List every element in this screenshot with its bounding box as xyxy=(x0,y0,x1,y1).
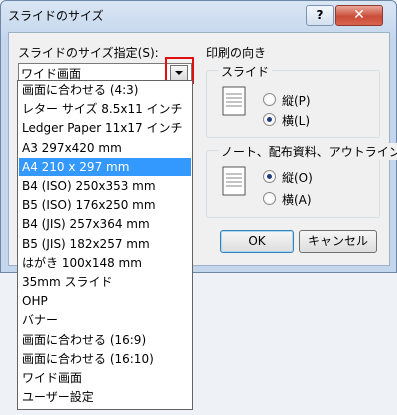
list-item[interactable]: レター サイズ 8.5x11 インチ xyxy=(19,100,191,119)
list-item[interactable]: 35mm スライド xyxy=(19,273,191,292)
list-item[interactable]: B5 (JIS) 182x257 mm xyxy=(19,235,191,254)
list-item[interactable]: A3 297x420 mm xyxy=(19,139,191,158)
list-item[interactable]: OHP xyxy=(19,292,191,311)
slides-landscape-label[interactable]: 横(L) xyxy=(282,112,310,129)
list-item[interactable]: 画面に合わせる (16:10) xyxy=(19,350,191,369)
slide-size-dropdown-list: 画面に合わせる (4:3) レター サイズ 8.5x11 インチ Ledger … xyxy=(17,80,193,410)
list-item[interactable]: 画面に合わせる (16:9) xyxy=(19,331,191,350)
list-item-selected[interactable]: A4 210 x 297 mm xyxy=(19,157,191,177)
notes-group-label: ノート、配布資料、アウトライン xyxy=(218,143,397,160)
notes-landscape-radio[interactable] xyxy=(263,192,276,205)
cancel-button[interactable]: キャンセル xyxy=(299,230,377,253)
orientation-label: 印刷の向き xyxy=(206,46,267,60)
slides-group-label: スライド xyxy=(218,63,273,80)
slides-portrait-radio[interactable] xyxy=(263,93,276,106)
slides-landscape-radio[interactable] xyxy=(263,113,276,126)
list-item[interactable]: ユーザー設定 xyxy=(19,388,191,407)
dialog-title: スライドのサイズ xyxy=(8,9,104,23)
ok-button[interactable]: OK xyxy=(220,230,294,253)
notes-portrait-label[interactable]: 縦(O) xyxy=(282,169,313,186)
close-button[interactable]: ✕ xyxy=(335,5,383,26)
notes-portrait-radio[interactable] xyxy=(263,170,276,183)
list-item[interactable]: バナー xyxy=(19,311,191,330)
document-icon xyxy=(222,166,246,196)
list-item[interactable]: Ledger Paper 11x17 インチ xyxy=(19,119,191,138)
notes-landscape-label[interactable]: 横(A) xyxy=(282,191,312,208)
close-icon: ✕ xyxy=(353,7,365,23)
list-item[interactable]: B4 (ISO) 250x353 mm xyxy=(19,177,191,196)
slides-portrait-label[interactable]: 縦(P) xyxy=(282,92,311,109)
list-item[interactable]: B5 (ISO) 176x250 mm xyxy=(19,196,191,215)
list-item[interactable]: 画面に合わせる (4:3) xyxy=(19,81,191,100)
list-item[interactable]: ワイド画面 xyxy=(19,369,191,388)
list-item[interactable]: はがき 100x148 mm xyxy=(19,254,191,273)
slide-size-label: スライドのサイズ指定(S): xyxy=(18,46,159,60)
list-item[interactable]: B4 (JIS) 257x364 mm xyxy=(19,215,191,234)
help-icon: ? xyxy=(316,8,324,22)
help-button[interactable]: ? xyxy=(306,5,334,26)
document-icon xyxy=(222,86,246,116)
